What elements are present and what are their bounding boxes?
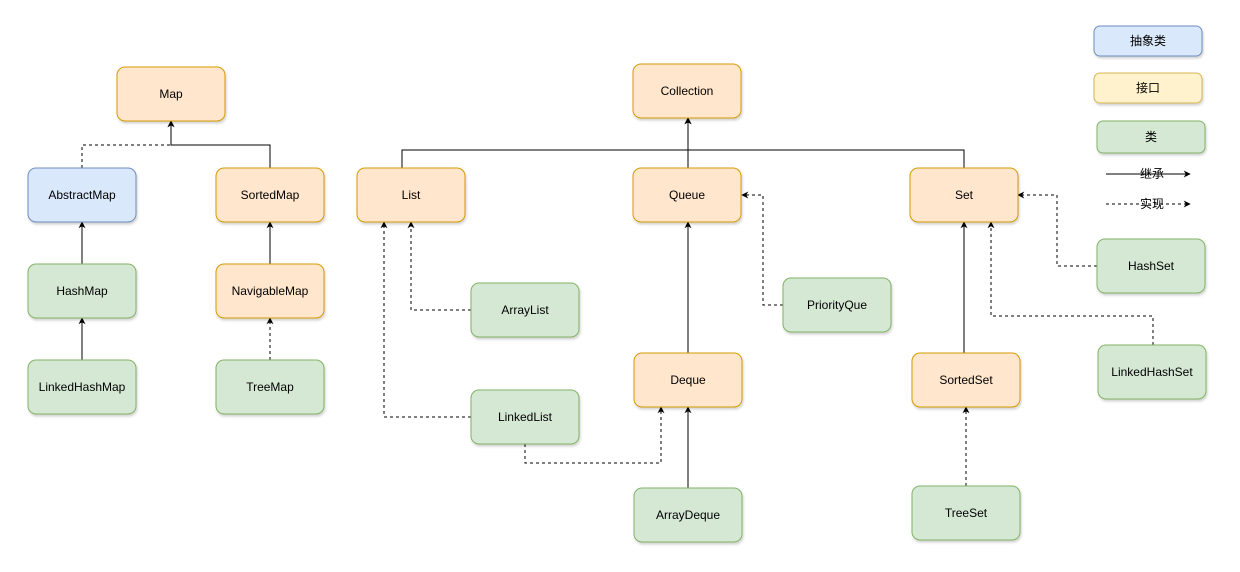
node-label: AbstractMap bbox=[48, 188, 116, 202]
node-label: ArrayDeque bbox=[656, 508, 720, 522]
edge-implements-abstractmap-to-map bbox=[81, 120, 175, 168]
legend: 抽象类 接口 类 继承 实现 bbox=[1093, 25, 1206, 211]
node-set[interactable]: Set bbox=[909, 167, 1019, 223]
legend-class-label: 类 bbox=[1145, 130, 1157, 144]
edge-extends-set-to-collection bbox=[684, 117, 965, 168]
node-arraylist[interactable]: ArrayList bbox=[470, 282, 580, 338]
nodes-layer: Map AbstractMap SortedMap HashMap NavigableM… bbox=[27, 63, 1207, 543]
node-map[interactable]: Map bbox=[116, 66, 226, 122]
legend-interface: 接口 bbox=[1093, 72, 1203, 104]
legend-abstract: 抽象类 bbox=[1093, 25, 1203, 57]
legend-implements-label: 实现 bbox=[1140, 196, 1164, 211]
node-label: TreeMap bbox=[246, 380, 294, 394]
legend-implements: 实现 bbox=[1106, 196, 1191, 211]
node-label: Set bbox=[955, 188, 974, 202]
node-queue[interactable]: Queue bbox=[632, 167, 742, 223]
node-label: PriorityQue bbox=[807, 298, 867, 312]
node-priorityque[interactable]: PriorityQue bbox=[782, 277, 892, 333]
edge-extends-list-to-collection bbox=[401, 117, 692, 168]
node-treeset[interactable]: TreeSet bbox=[911, 485, 1021, 541]
legend-class: 类 bbox=[1096, 120, 1206, 154]
legend-interface-label: 接口 bbox=[1136, 80, 1160, 95]
edge-implements-priorityque-to-queue bbox=[741, 191, 783, 306]
node-hashset[interactable]: HashSet bbox=[1096, 238, 1206, 294]
class-hierarchy-diagram: Map AbstractMap SortedMap HashMap NavigableM… bbox=[27, 25, 1207, 543]
node-collection[interactable]: Collection bbox=[632, 63, 742, 119]
node-label: HashMap bbox=[56, 284, 108, 298]
edge-implements-linkedlist-to-list bbox=[380, 221, 471, 418]
legend-extends: 继承 bbox=[1106, 167, 1191, 181]
node-sortedset[interactable]: SortedSet bbox=[911, 352, 1021, 408]
node-linkedlist[interactable]: LinkedList bbox=[470, 389, 580, 445]
node-treemap[interactable]: TreeMap bbox=[215, 359, 325, 415]
node-label: Map bbox=[159, 87, 183, 101]
node-label: LinkedHashSet bbox=[1111, 365, 1193, 379]
node-label: SortedSet bbox=[939, 373, 993, 387]
node-label: Deque bbox=[670, 373, 706, 387]
node-label: Queue bbox=[669, 188, 705, 202]
node-hashmap[interactable]: HashMap bbox=[27, 263, 137, 319]
node-label: LinkedList bbox=[498, 410, 553, 424]
edge-implements-arraylist-to-list bbox=[407, 221, 471, 311]
node-label: ArrayList bbox=[501, 303, 549, 317]
node-label: Collection bbox=[661, 84, 714, 98]
node-linkedhashset[interactable]: LinkedHashSet bbox=[1097, 344, 1207, 400]
edge-extends-sortedmap-to-map bbox=[167, 120, 271, 168]
node-sortedmap[interactable]: SortedMap bbox=[215, 167, 325, 223]
node-label: HashSet bbox=[1128, 259, 1175, 273]
node-navigablemap[interactable]: NavigableMap bbox=[215, 263, 325, 319]
node-linkedhashmap[interactable]: LinkedHashMap bbox=[27, 359, 137, 415]
node-label: NavigableMap bbox=[232, 284, 309, 298]
node-deque[interactable]: Deque bbox=[633, 352, 743, 408]
node-abstractmap[interactable]: AbstractMap bbox=[27, 167, 137, 223]
node-label: List bbox=[402, 188, 421, 202]
node-list[interactable]: List bbox=[356, 167, 466, 223]
node-label: LinkedHashMap bbox=[39, 380, 126, 394]
node-arraydeque[interactable]: ArrayDeque bbox=[633, 487, 743, 543]
node-label: TreeSet bbox=[945, 506, 988, 520]
legend-extends-label: 继承 bbox=[1140, 167, 1164, 181]
legend-abstract-label: 抽象类 bbox=[1130, 34, 1166, 48]
edge-implements-hashset-to-set bbox=[1017, 191, 1097, 267]
node-label: SortedMap bbox=[241, 188, 300, 202]
